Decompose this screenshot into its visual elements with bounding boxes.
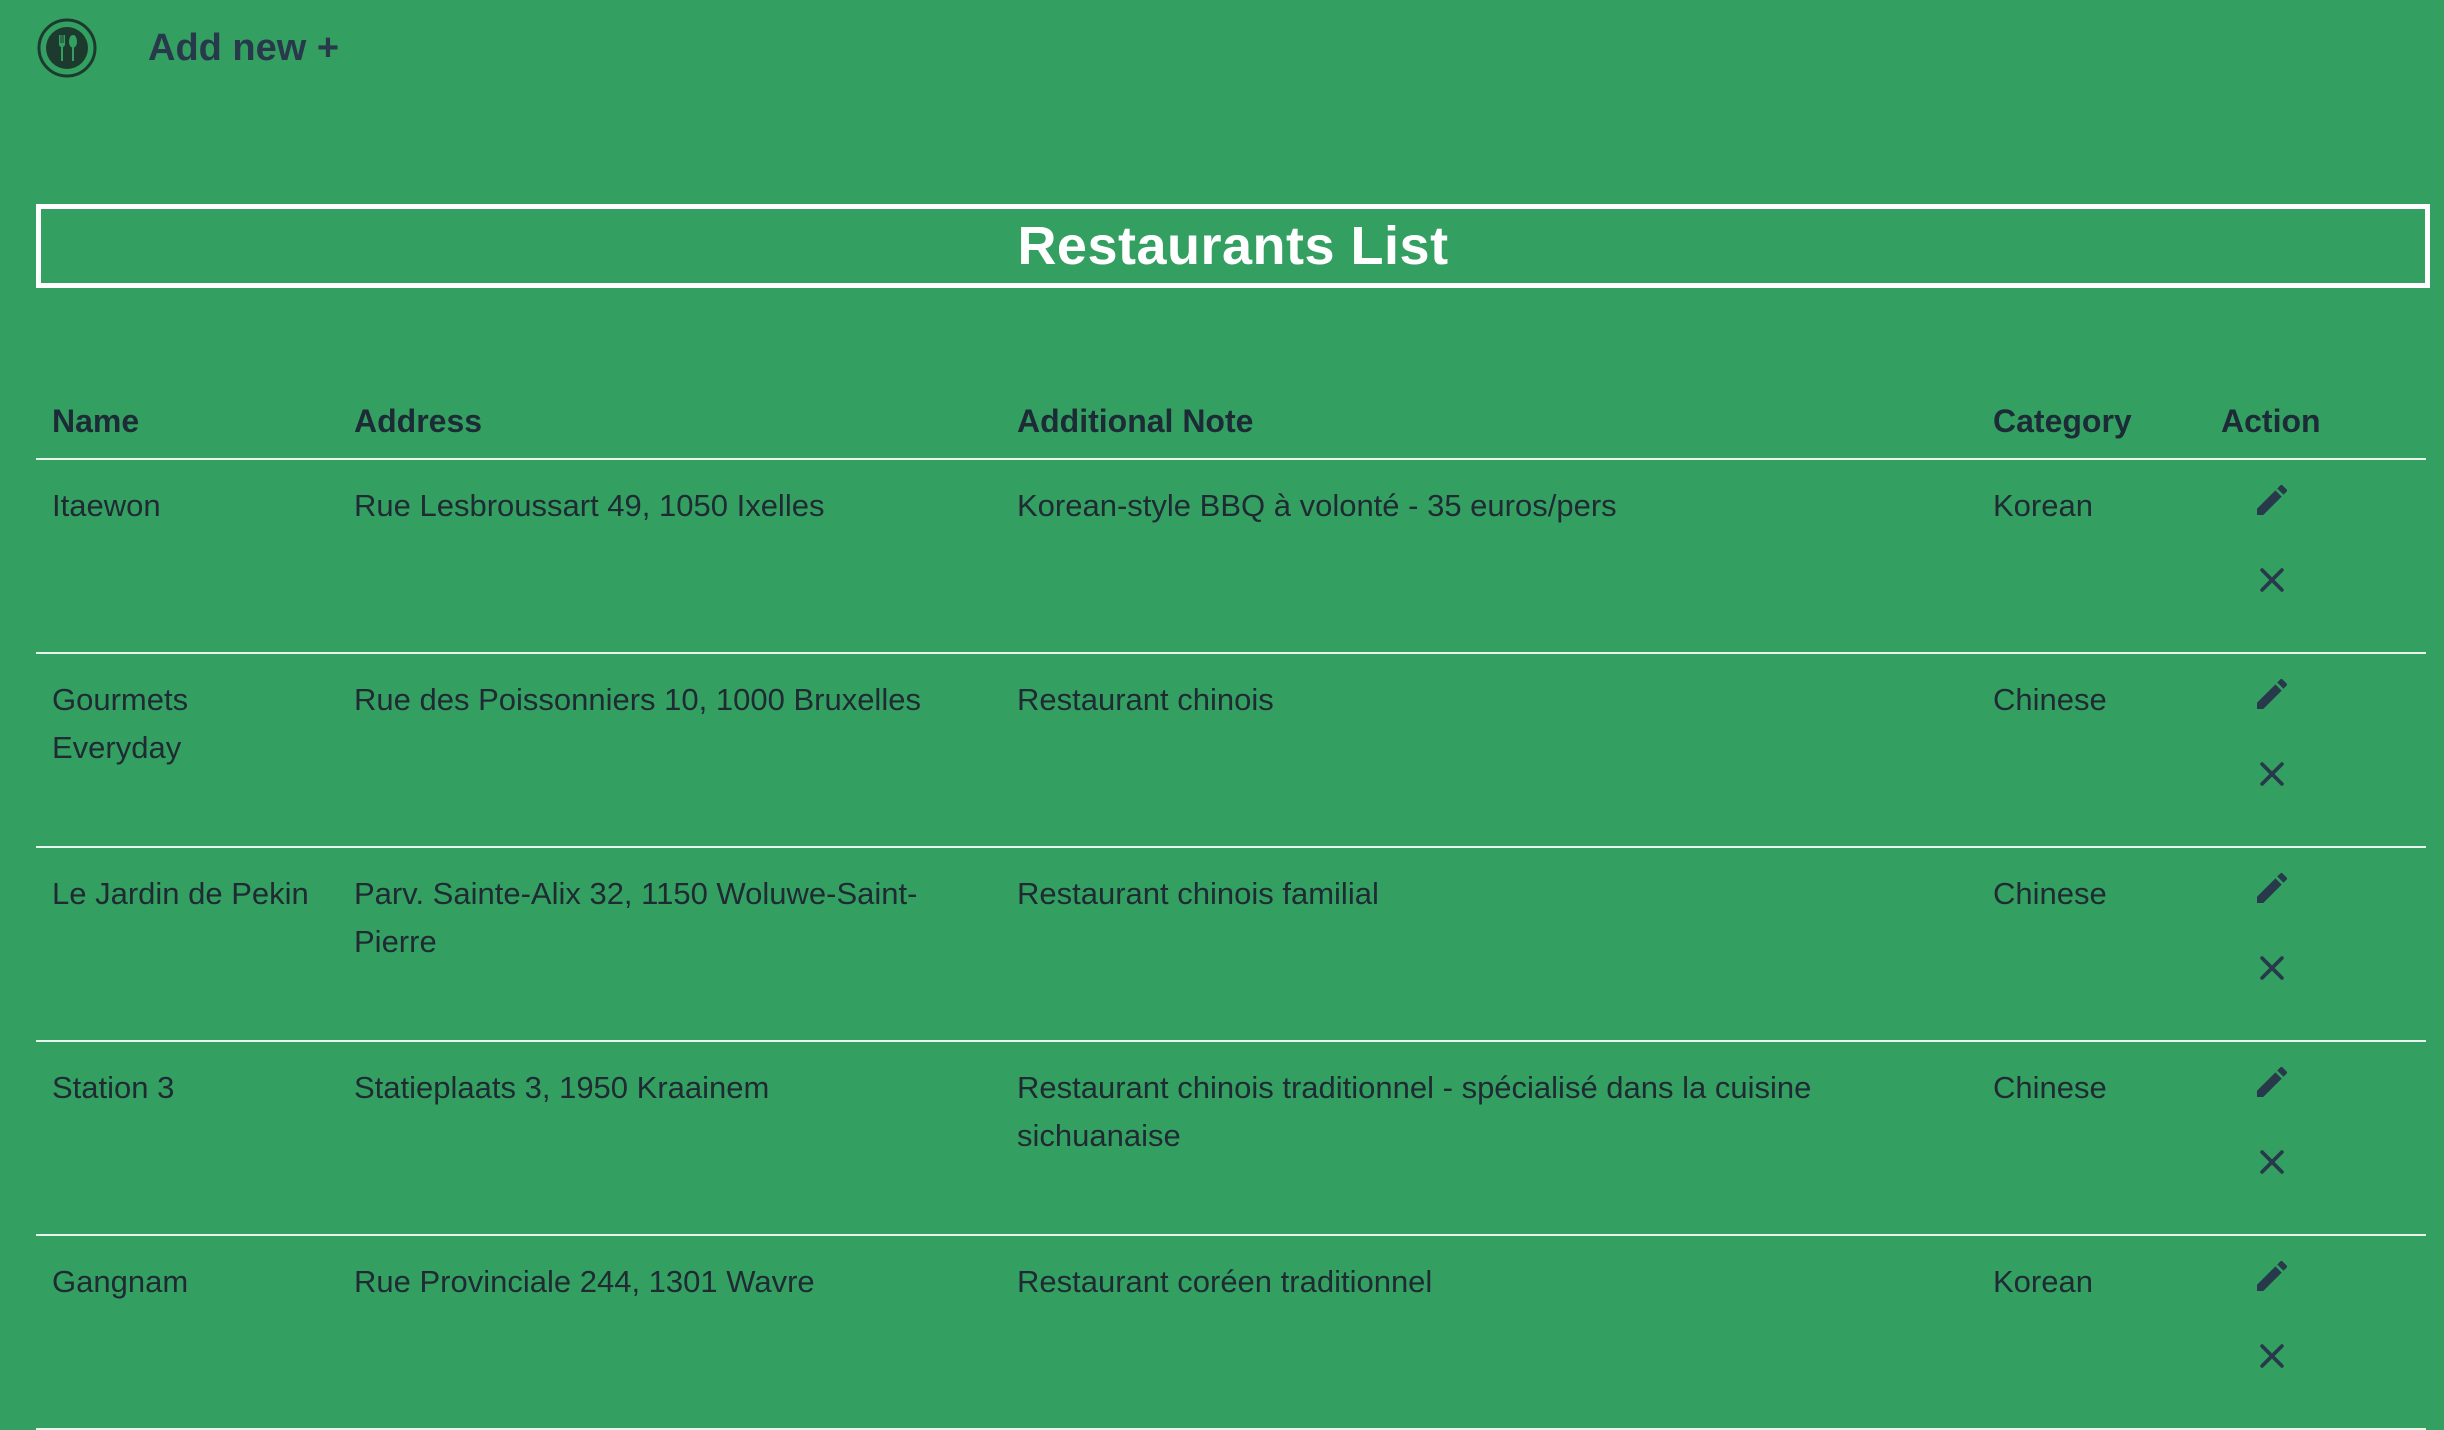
- cell-name: Gangnam: [36, 1235, 338, 1430]
- close-icon: [2260, 762, 2284, 786]
- cell-address: Rue Lesbroussart 49, 1050 Ixelles: [338, 459, 1001, 654]
- cell-category: Korean: [1977, 459, 2205, 654]
- delete-button[interactable]: [2250, 752, 2294, 796]
- cell-address: Rue des Poissonniers 10, 1000 Bruxelles: [338, 653, 1001, 848]
- edit-button[interactable]: [2250, 1060, 2294, 1104]
- table-header: Name Address Additional Note Category Ac…: [36, 384, 2426, 460]
- edit-button[interactable]: [2250, 866, 2294, 910]
- fork-spoon-icon: [37, 18, 97, 78]
- column-header-name: Name: [36, 384, 338, 460]
- delete-button[interactable]: [2250, 558, 2294, 602]
- cell-category: Chinese: [1977, 1041, 2205, 1236]
- column-header-category: Category: [1977, 384, 2205, 460]
- table-header-row: Name Address Additional Note Category Ac…: [36, 384, 2426, 460]
- top-bar: Add new +: [36, 16, 339, 80]
- restaurants-table-container: Name Address Additional Note Category Ac…: [36, 384, 2426, 1430]
- table-row: Le Jardin de Pekin Parv. Sainte-Alix 32,…: [36, 847, 2426, 1042]
- delete-button[interactable]: [2250, 1334, 2294, 1378]
- table-body: Itaewon Rue Lesbroussart 49, 1050 Ixelle…: [36, 459, 2426, 1430]
- cell-actions: [2205, 653, 2426, 848]
- cell-actions: [2205, 1041, 2426, 1236]
- close-icon: [2260, 568, 2284, 592]
- table-row: Gangnam Rue Provinciale 244, 1301 Wavre …: [36, 1235, 2426, 1430]
- cell-actions: [2205, 1235, 2426, 1430]
- pencil-icon: [2257, 1260, 2288, 1291]
- cell-address: Rue Provinciale 244, 1301 Wavre: [338, 1235, 1001, 1430]
- edit-button[interactable]: [2250, 1254, 2294, 1298]
- cell-category: Chinese: [1977, 653, 2205, 848]
- logo-button[interactable]: [36, 17, 98, 79]
- cell-address: Statieplaats 3, 1950 Kraainem: [338, 1041, 1001, 1236]
- cell-name: Gourmets Everyday: [36, 653, 338, 848]
- cell-note: Restaurant chinois traditionnel - spécia…: [1001, 1041, 1977, 1236]
- cell-note: Restaurant chinois: [1001, 653, 1977, 848]
- cell-name: Itaewon: [36, 459, 338, 654]
- cell-name: Le Jardin de Pekin: [36, 847, 338, 1042]
- close-icon: [2260, 1150, 2284, 1174]
- column-header-note: Additional Note: [1001, 384, 1977, 460]
- page-title: Restaurants List: [1017, 216, 1449, 276]
- delete-button[interactable]: [2250, 1140, 2294, 1184]
- cell-category: Korean: [1977, 1235, 2205, 1430]
- delete-button[interactable]: [2250, 946, 2294, 990]
- row-actions: [2221, 672, 2410, 796]
- cell-address: Parv. Sainte-Alix 32, 1150 Woluwe-Saint-…: [338, 847, 1001, 1042]
- cell-actions: [2205, 459, 2426, 654]
- column-header-address: Address: [338, 384, 1001, 460]
- restaurants-table: Name Address Additional Note Category Ac…: [36, 384, 2426, 1430]
- cell-actions: [2205, 847, 2426, 1042]
- cell-note: Restaurant chinois familial: [1001, 847, 1977, 1042]
- cell-category: Chinese: [1977, 847, 2205, 1042]
- cell-note: Restaurant coréen traditionnel: [1001, 1235, 1977, 1430]
- pencil-icon: [2257, 484, 2288, 515]
- edit-button[interactable]: [2250, 478, 2294, 522]
- row-actions: [2221, 1060, 2410, 1184]
- table-row: Gourmets Everyday Rue des Poissonniers 1…: [36, 653, 2426, 848]
- cell-name: Station 3: [36, 1041, 338, 1236]
- pencil-icon: [2257, 872, 2288, 903]
- add-new-link[interactable]: Add new +: [148, 27, 339, 70]
- table-row: Station 3 Statieplaats 3, 1950 Kraainem …: [36, 1041, 2426, 1236]
- edit-button[interactable]: [2250, 672, 2294, 716]
- close-icon: [2260, 1344, 2284, 1368]
- cell-note: Korean-style BBQ à volonté - 35 euros/pe…: [1001, 459, 1977, 654]
- row-actions: [2221, 1254, 2410, 1378]
- page-title-box: Restaurants List: [36, 204, 2430, 288]
- row-actions: [2221, 866, 2410, 990]
- row-actions: [2221, 478, 2410, 602]
- pencil-icon: [2257, 1066, 2288, 1097]
- table-row: Itaewon Rue Lesbroussart 49, 1050 Ixelle…: [36, 459, 2426, 654]
- pencil-icon: [2257, 678, 2288, 709]
- close-icon: [2260, 956, 2284, 980]
- column-header-action: Action: [2205, 384, 2426, 460]
